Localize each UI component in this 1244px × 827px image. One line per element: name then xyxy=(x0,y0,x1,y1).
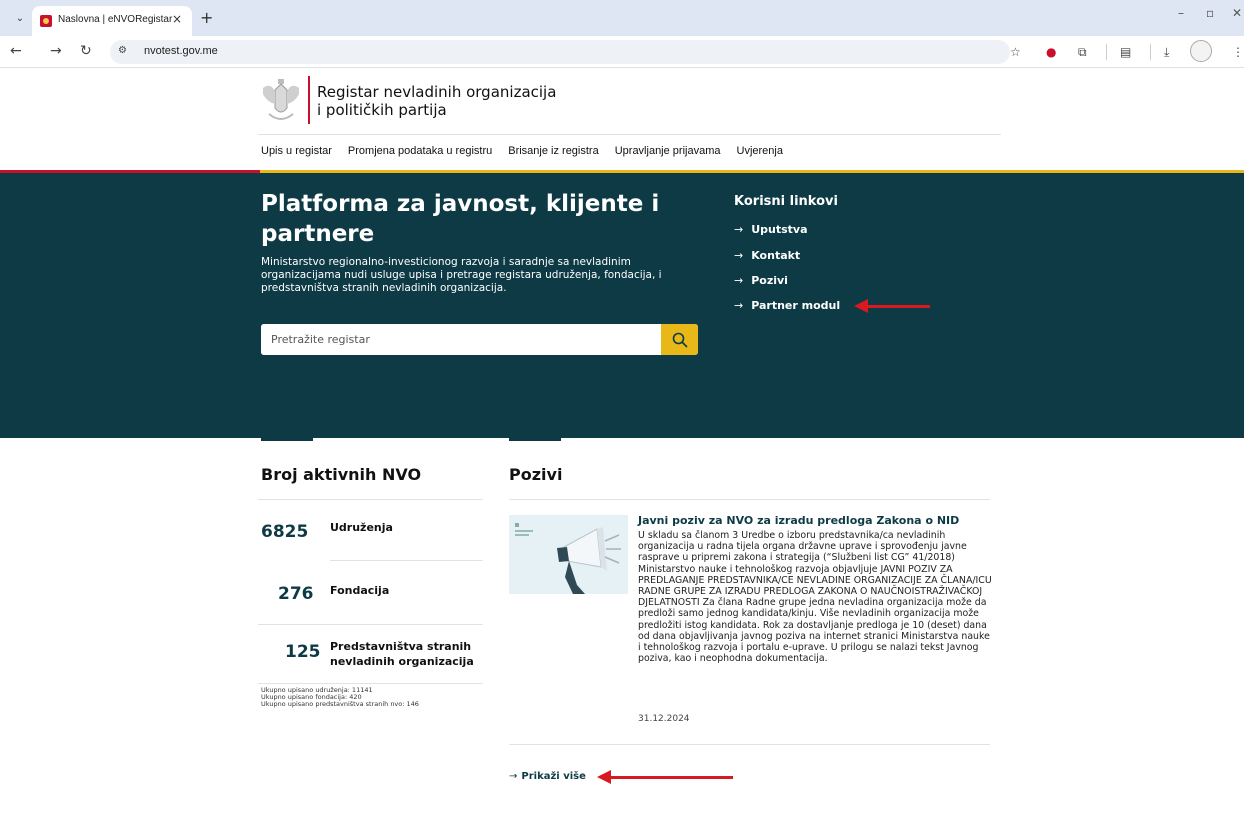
calls-title: Pozivi xyxy=(509,465,563,484)
arrow-right-icon: → xyxy=(734,274,744,287)
favicon-icon xyxy=(40,15,52,27)
forward-icon[interactable]: → xyxy=(50,43,62,59)
link-partner-modul[interactable]: → Partner modul xyxy=(734,299,840,312)
arrow-right-icon: → xyxy=(734,249,744,262)
browser-tab[interactable]: Naslovna | eNVORegistar × xyxy=(32,6,192,36)
stat-label: Udruženja xyxy=(330,521,393,534)
call-thumbnail[interactable] xyxy=(509,515,628,594)
search-button[interactable] xyxy=(661,324,698,355)
nav-upis[interactable]: Upis u registar xyxy=(261,145,332,157)
close-window-icon[interactable]: ✕ xyxy=(1232,6,1242,20)
megaphone-icon xyxy=(515,523,621,594)
arrow-right-icon: → xyxy=(509,771,518,782)
nav-brisanje[interactable]: Brisanje iz registra xyxy=(508,145,598,157)
tab-title: Naslovna | eNVORegistar xyxy=(58,14,173,25)
bookmark-star-icon[interactable]: ☆ xyxy=(1010,45,1021,59)
main-nav: Upis u registar Promjena podataka u regi… xyxy=(261,145,783,157)
total-predstavnistva: Ukupno upisano predstavništva stranih nv… xyxy=(261,700,419,708)
totals-list: Ukupno upisano udruženja: 11141 Ukupno u… xyxy=(261,687,419,708)
link-label: Partner modul xyxy=(751,299,841,312)
tab-search-icon[interactable]: ⌄ xyxy=(12,11,28,27)
search-box xyxy=(261,324,698,355)
hero-intro: Ministarstvo regionalno-investicionog ra… xyxy=(261,256,662,294)
nav-upravljanje[interactable]: Upravljanje prijavama xyxy=(615,145,721,157)
useful-links-title: Korisni linkovi xyxy=(734,194,838,209)
logo-line-2: i političkih partija xyxy=(317,101,447,119)
annotation-arrow xyxy=(597,770,733,784)
stat-number: 6825 xyxy=(261,522,309,542)
stat-label: Fondacija xyxy=(330,584,390,597)
link-label: Uputstva xyxy=(751,223,808,236)
divider xyxy=(258,683,483,684)
toolbar-divider xyxy=(1150,44,1151,60)
logo-divider xyxy=(308,76,310,124)
arrow-right-icon: → xyxy=(734,299,744,312)
call-item-body: U skladu sa članom 3 Uredbe o izboru pre… xyxy=(638,530,992,665)
address-bar[interactable]: ⚙ nvotest.gov.me xyxy=(110,40,1010,64)
stat-fondacija: 276 Fondacija xyxy=(258,561,483,623)
reload-icon[interactable]: ↻ xyxy=(80,43,92,59)
arrow-right-icon: → xyxy=(734,223,744,236)
section-marker xyxy=(261,438,313,441)
extensions-icon[interactable]: ⧉ xyxy=(1078,45,1087,60)
site-info-icon[interactable]: ⚙ xyxy=(118,45,127,56)
browser-toolbar: ← → ↻ ⚙ nvotest.gov.me ☆ ● ⧉ ▤ ⤓ ⋮ xyxy=(0,36,1244,68)
back-icon[interactable]: ← xyxy=(10,43,22,59)
divider xyxy=(509,499,990,500)
browser-tabbar: ⌄ Naslovna | eNVORegistar × + – ▫ ✕ xyxy=(0,0,1244,36)
divider xyxy=(509,744,990,745)
search-icon xyxy=(672,332,688,348)
download-icon[interactable]: ⤓ xyxy=(1164,45,1169,60)
site-logo-text[interactable]: Registar nevladinih organizacija i polit… xyxy=(317,83,556,119)
minimize-icon[interactable]: – xyxy=(1178,6,1184,20)
browser-menu-icon[interactable]: ⋮ xyxy=(1232,45,1244,59)
toolbar-divider xyxy=(1106,44,1107,60)
link-pozivi[interactable]: → Pozivi xyxy=(734,274,788,287)
link-uputstva[interactable]: → Uputstva xyxy=(734,223,808,236)
tab-close-icon[interactable]: × xyxy=(172,12,182,26)
maximize-icon[interactable]: ▫ xyxy=(1206,6,1214,20)
annotation-arrow xyxy=(854,299,930,313)
section-marker xyxy=(509,438,561,441)
nav-promjena[interactable]: Promjena podataka u registru xyxy=(348,145,492,157)
nav-divider xyxy=(258,134,1001,135)
stat-label: Predstavništva stranih nevladinih organi… xyxy=(330,640,474,668)
reading-list-icon[interactable]: ▤ xyxy=(1120,45,1131,59)
logo-line-1: Registar nevladinih organizacija xyxy=(317,83,557,101)
stat-predstavnistva: 125 Predstavništva stranih nevladinih or… xyxy=(258,625,483,681)
url-text: nvotest.gov.me xyxy=(144,45,218,57)
link-kontakt[interactable]: → Kontakt xyxy=(734,249,800,262)
stats-title: Broj aktivnih NVO xyxy=(261,465,422,484)
profile-avatar-icon[interactable] xyxy=(1190,40,1212,62)
new-tab-icon[interactable]: + xyxy=(200,8,213,27)
extension-shield-icon[interactable]: ● xyxy=(1046,45,1056,59)
link-label: Pozivi xyxy=(751,274,788,287)
link-label: Kontakt xyxy=(751,249,801,262)
site-header: Registar nevladinih organizacija i polit… xyxy=(0,68,1244,170)
hero-section: Platforma za javnost, klijente i partner… xyxy=(0,173,1244,438)
nav-uvjerenja[interactable]: Uvjerenja xyxy=(737,145,783,157)
show-more-link[interactable]: → Prikaži više xyxy=(509,771,586,782)
content-section: Broj aktivnih NVO 6825 Udruženja 276 Fon… xyxy=(0,438,1244,827)
coat-of-arms-icon xyxy=(263,79,299,120)
call-item-title[interactable]: Javni poziv za NVO za izradu predloga Za… xyxy=(638,514,959,527)
stat-udruzenja: 6825 Udruženja xyxy=(258,499,483,561)
call-item-date: 31.12.2024 xyxy=(638,714,690,724)
hero-title: Platforma za javnost, klijente i partner… xyxy=(261,191,660,247)
search-input[interactable] xyxy=(261,324,661,355)
stat-number: 276 xyxy=(278,584,314,604)
show-more-label: Prikaži više xyxy=(521,771,586,782)
stat-number: 125 xyxy=(285,642,321,662)
